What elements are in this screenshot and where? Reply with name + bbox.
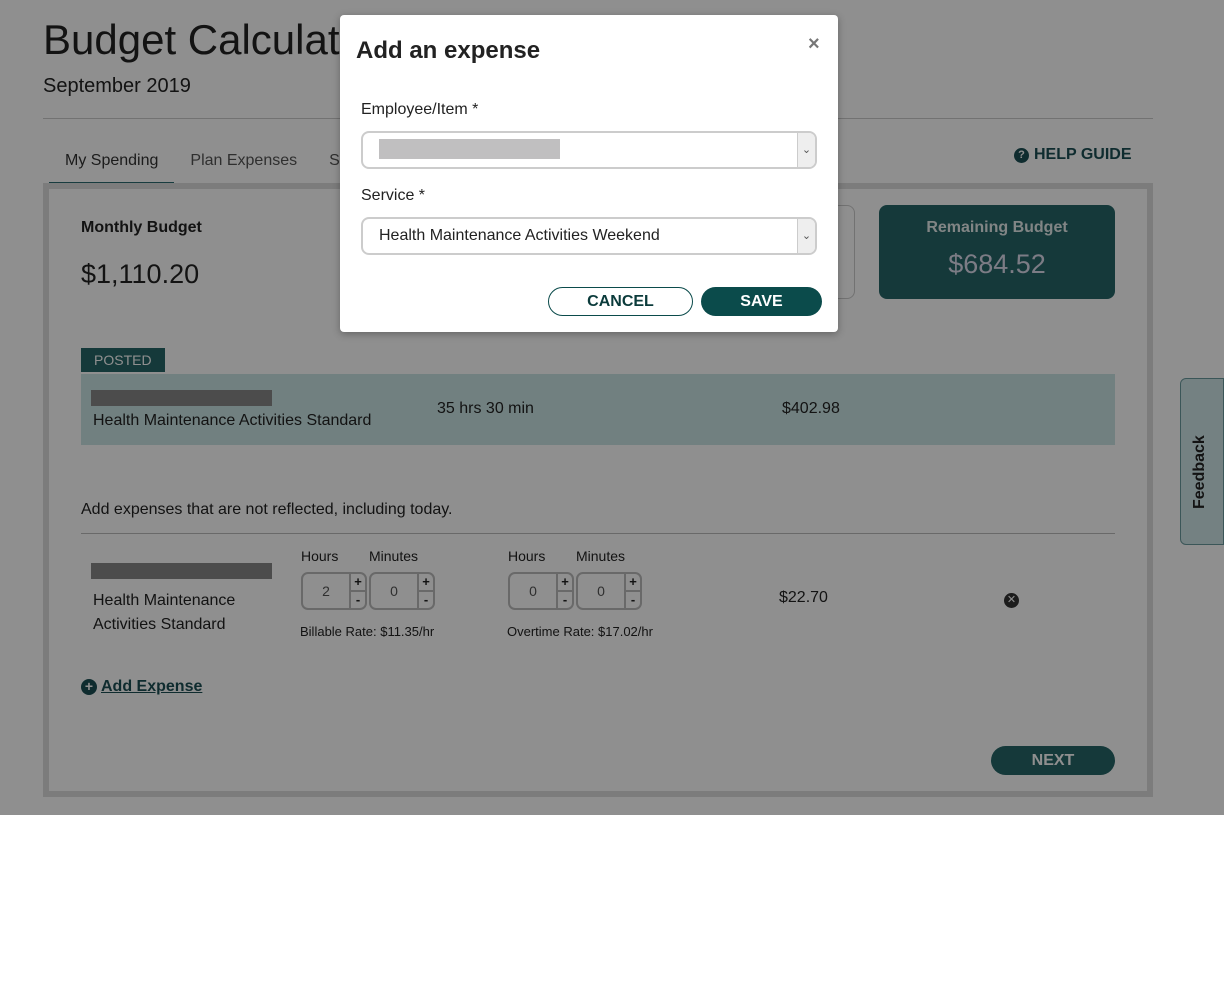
chevron-down-icon: ⌄ [797, 133, 815, 167]
redacted-employee [379, 138, 560, 159]
service-label: Service * [361, 187, 426, 204]
employee-select[interactable]: ⌄ [361, 131, 817, 169]
add-expense-modal: Add an expense × Employee/Item * ⌄ Servi… [340, 15, 838, 332]
cancel-button[interactable]: CANCEL [548, 287, 693, 316]
chevron-down-icon: ⌄ [797, 219, 815, 253]
employee-label: Employee/Item * [361, 101, 479, 118]
service-select[interactable]: Health Maintenance Activities Weekend ⌄ [361, 217, 817, 255]
service-value: Health Maintenance Activities Weekend [379, 227, 660, 244]
save-button[interactable]: SAVE [701, 287, 822, 316]
close-icon[interactable]: × [808, 33, 820, 56]
modal-title: Add an expense [356, 37, 541, 64]
